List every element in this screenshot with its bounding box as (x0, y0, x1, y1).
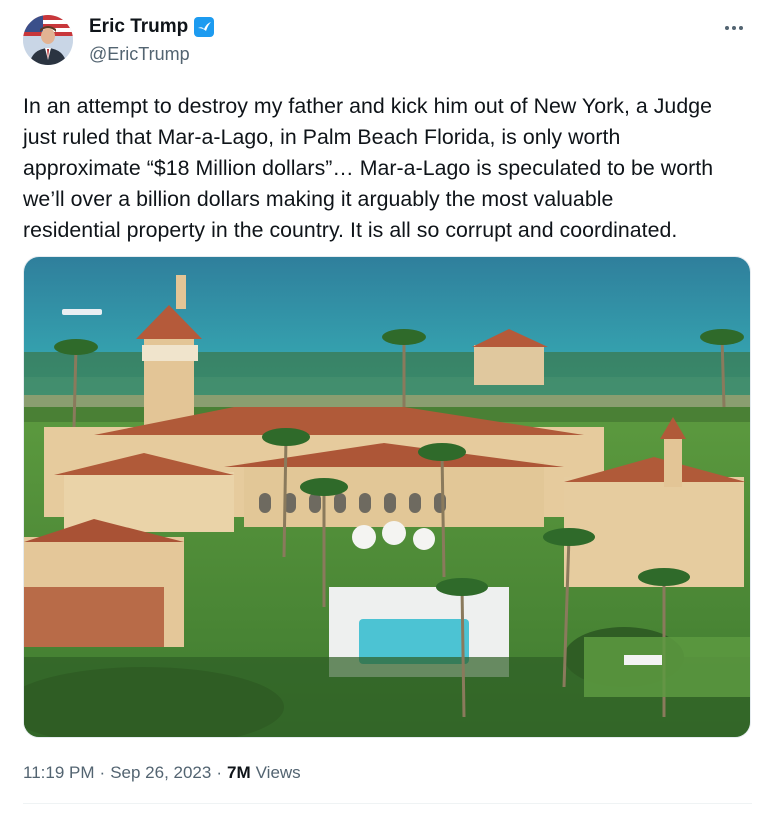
divider (23, 803, 752, 804)
tweet-photo[interactable] (23, 256, 751, 738)
author-handle[interactable]: @EricTrump (89, 44, 190, 65)
verified-badge-icon (193, 16, 215, 38)
meta-separator: · (99, 763, 106, 782)
tweet-card: Eric Trump @EricTrump In an attempt to d… (0, 0, 768, 815)
avatar[interactable] (23, 15, 73, 65)
author-name-row: Eric Trump (89, 16, 215, 38)
views-label: Views (255, 763, 301, 782)
tweet-date[interactable]: Sep 26, 2023 (110, 763, 211, 783)
views-count[interactable]: 7M (227, 763, 251, 783)
tweet-meta: 11:19 PM · Sep 26, 2023 · 7M Views (23, 763, 301, 783)
author-display-name[interactable]: Eric Trump (89, 16, 188, 38)
avatar-image (23, 15, 73, 65)
mar-a-lago-aerial-photo (24, 257, 750, 737)
tweet-time[interactable]: 11:19 PM (23, 763, 95, 783)
tweet-text: In an attempt to destroy my father and k… (23, 94, 714, 242)
more-horizontal-icon[interactable] (722, 18, 746, 38)
meta-separator: · (216, 763, 223, 782)
